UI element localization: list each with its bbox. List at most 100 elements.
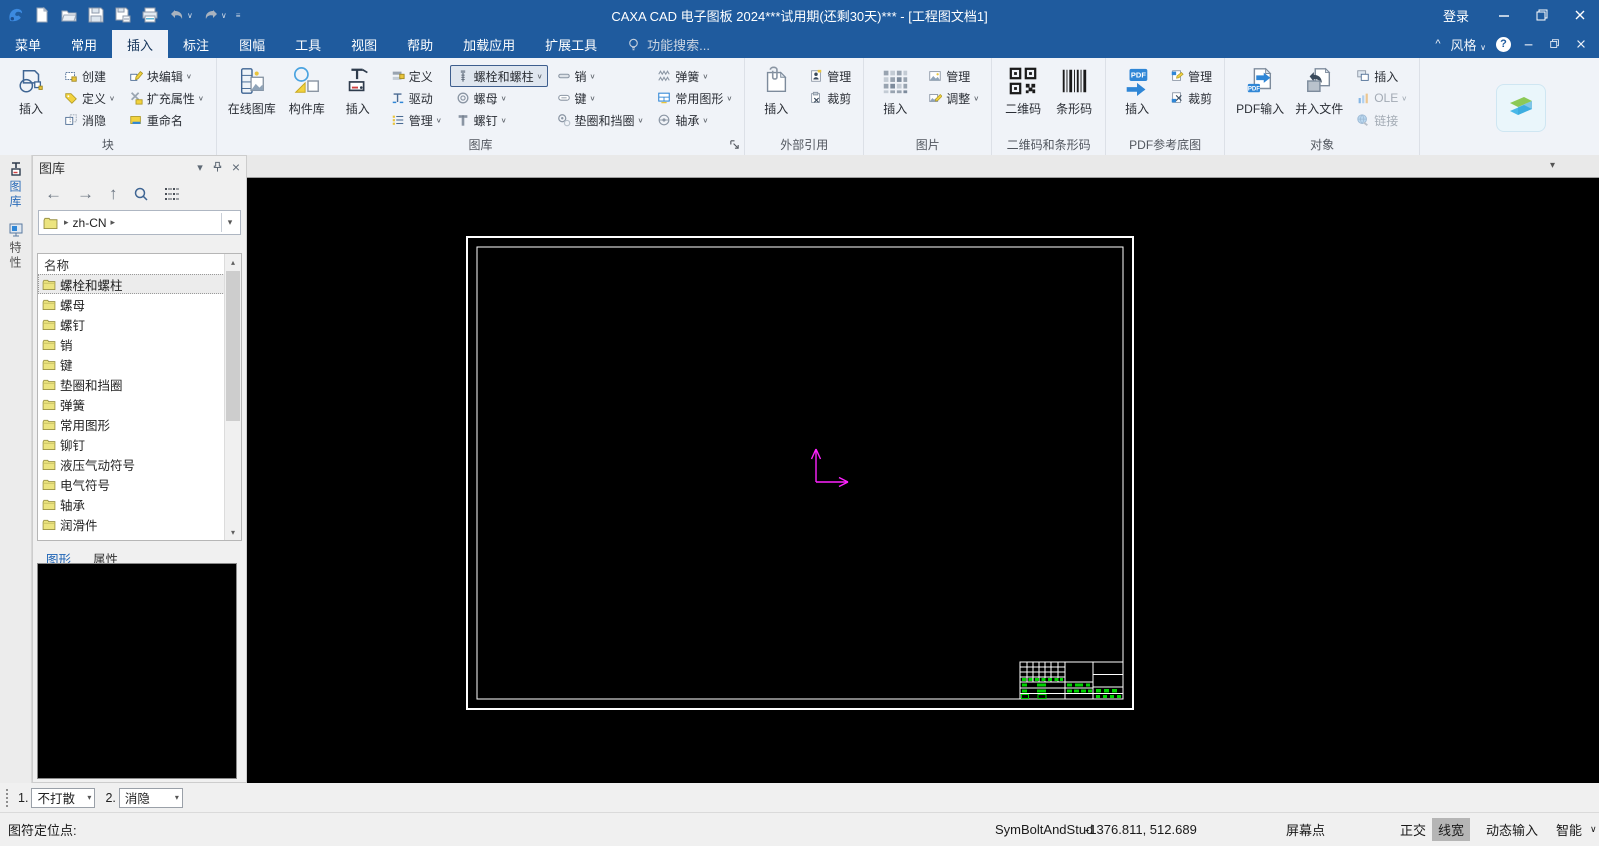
library-pin-button[interactable]: 销∨ <box>551 65 649 87</box>
option2-select[interactable]: 消隐 ▾ <box>119 788 183 808</box>
library-washer-button[interactable]: 垫圈和挡圈∨ <box>551 109 649 131</box>
undo-icon[interactable] <box>168 6 186 24</box>
pdf-input-button[interactable]: PDF PDF输入 <box>1232 62 1288 119</box>
list-item[interactable]: 润滑件 <box>38 514 225 534</box>
save-as-icon[interactable] <box>114 6 132 24</box>
list-header[interactable]: 名称 <box>38 254 241 275</box>
login-button[interactable]: 登录 <box>1427 6 1485 25</box>
minimize-button[interactable] <box>1485 0 1523 30</box>
doc-list-dropdown-icon[interactable]: ▾ <box>1550 160 1555 171</box>
image-adjust-button[interactable]: 调整∨ <box>922 87 984 109</box>
customize-quick-access-icon[interactable]: ≡ <box>236 11 241 20</box>
image-manage-button[interactable]: 管理 <box>922 65 984 87</box>
panel-pin-icon[interactable] <box>212 161 223 173</box>
list-item[interactable]: 弹簧 <box>38 394 225 414</box>
list-item[interactable]: 键 <box>38 354 225 374</box>
library-define-button[interactable]: 定义 <box>385 65 447 87</box>
open-file-icon[interactable] <box>60 6 78 24</box>
pdf-underlay-insert-button[interactable]: PDF 插入 <box>1113 62 1161 119</box>
close-button[interactable] <box>1561 0 1599 30</box>
image-insert-button[interactable]: 插入 <box>871 62 919 119</box>
pdf-clip-button[interactable]: 裁剪 <box>1164 87 1217 109</box>
library-manage-button[interactable]: 管理∨ <box>385 109 447 131</box>
block-ext-attr-button[interactable]: 扩充属性∨ <box>123 87 209 109</box>
ribbon-tab[interactable]: 扩展工具 <box>530 30 612 58</box>
breadcrumb[interactable]: ▸ zh-CN ▸ ▾ <box>38 210 241 235</box>
list-item[interactable]: 螺栓和螺柱 <box>38 274 225 294</box>
back-icon[interactable]: ← <box>45 185 62 202</box>
xref-manage-button[interactable]: 管理 <box>803 65 856 87</box>
smart-snap-menu[interactable]: 智能∨ <box>1550 813 1597 846</box>
ribbon-tab[interactable]: 标注 <box>168 30 224 58</box>
block-define-button[interactable]: 定义∨ <box>58 87 120 109</box>
view-mode-icon[interactable] <box>164 187 180 201</box>
toolbar-grip[interactable] <box>6 789 11 807</box>
breadcrumb-dropdown-button[interactable]: ▾ <box>221 213 238 232</box>
up-icon[interactable]: ↑ <box>109 185 118 202</box>
library-common-shapes-button[interactable]: 常用图形∨ <box>651 87 737 109</box>
list-item[interactable]: 螺钉 <box>38 314 225 334</box>
doc-close-button[interactable] <box>1573 36 1589 52</box>
ribbon-tab[interactable]: 图幅 <box>224 30 280 58</box>
list-item[interactable]: 轴承 <box>38 494 225 514</box>
block-edit-button[interactable]: 块编辑∨ <box>123 65 209 87</box>
ortho-toggle[interactable]: 正交 <box>1394 813 1432 846</box>
library-drive-button[interactable]: 驱动 <box>385 87 447 109</box>
online-library-button[interactable]: 在线图库 <box>224 62 280 119</box>
library-dialog-launcher-icon[interactable] <box>729 139 741 151</box>
panel-menu-icon[interactable]: ▾ <box>197 161 203 174</box>
redo-icon[interactable] <box>202 6 220 24</box>
list-item[interactable]: 垫圈和挡圈 <box>38 374 225 394</box>
assistant-logo[interactable] <box>1496 84 1546 132</box>
object-ole-button[interactable]: OLE∨ <box>1350 87 1412 109</box>
block-insert-button[interactable]: 插入 <box>7 62 55 119</box>
library-screw-button[interactable]: 螺钉∨ <box>450 109 548 131</box>
save-icon[interactable] <box>87 6 105 24</box>
forward-icon[interactable]: → <box>77 185 94 202</box>
block-rename-button[interactable]: 重命名 <box>123 109 209 131</box>
function-search[interactable]: 功能搜索... <box>626 30 710 58</box>
line-width-toggle[interactable]: 线宽 <box>1432 813 1470 846</box>
list-scrollbar[interactable]: ▴ ▾ <box>224 254 241 540</box>
ribbon-tab[interactable]: 菜单 <box>0 30 56 58</box>
list-item[interactable]: 常用图形 <box>38 414 225 434</box>
help-icon[interactable]: ? <box>1496 37 1511 52</box>
object-link-button[interactable]: 链接 <box>1350 109 1412 131</box>
xref-clip-button[interactable]: 裁剪 <box>803 87 856 109</box>
ribbon-tab[interactable]: 工具 <box>280 30 336 58</box>
screen-point-toggle[interactable]: 屏幕点 <box>1280 813 1331 846</box>
style-menu[interactable]: 风格 ∨ <box>1451 35 1487 54</box>
list-item[interactable]: 螺母 <box>38 294 225 314</box>
print-icon[interactable] <box>141 6 159 24</box>
undo-dropdown-icon[interactable]: ∨ <box>187 11 193 20</box>
library-spring-button[interactable]: 弹簧∨ <box>651 65 737 87</box>
list-item[interactable]: 销 <box>38 334 225 354</box>
library-key-button[interactable]: 键∨ <box>551 87 649 109</box>
library-bolt-stud-button[interactable]: 螺栓和螺柱∨ <box>450 65 548 87</box>
scroll-up-icon[interactable]: ▴ <box>225 254 241 270</box>
dock-tab-properties[interactable]: 特性 <box>5 219 26 274</box>
panel-close-icon[interactable]: × <box>232 159 240 175</box>
block-create-button[interactable]: 创建 <box>58 65 120 87</box>
list-item[interactable]: 液压气动符号 <box>38 454 225 474</box>
collapse-ribbon-icon[interactable]: ^ <box>1435 38 1440 50</box>
merge-file-button[interactable]: 并入文件 <box>1291 62 1347 119</box>
dock-tab-library[interactable]: 图库 <box>5 158 26 213</box>
qr-code-button[interactable]: 二维码 <box>999 62 1047 119</box>
xref-insert-button[interactable]: 插入 <box>752 62 800 119</box>
ribbon-tab[interactable]: 帮助 <box>392 30 448 58</box>
library-bearing-button[interactable]: 轴承∨ <box>651 109 737 131</box>
scrollbar-thumb[interactable] <box>226 271 240 421</box>
ribbon-tab[interactable]: 常用 <box>56 30 112 58</box>
block-hide-button[interactable]: 消隐 <box>58 109 120 131</box>
barcode-button[interactable]: 条形码 <box>1050 62 1098 119</box>
dynamic-input-toggle[interactable]: 动态输入 <box>1480 813 1544 846</box>
list-item[interactable]: 铆钉 <box>38 434 225 454</box>
drawing-canvas[interactable] <box>247 178 1599 783</box>
search-icon[interactable] <box>133 186 149 202</box>
redo-dropdown-icon[interactable]: ∨ <box>221 11 227 20</box>
new-file-icon[interactable] <box>33 6 51 24</box>
option1-select[interactable]: 不打散 ▾ <box>31 788 95 808</box>
doc-minimize-button[interactable] <box>1521 36 1537 52</box>
library-insert-button[interactable]: 插入 <box>334 62 382 119</box>
